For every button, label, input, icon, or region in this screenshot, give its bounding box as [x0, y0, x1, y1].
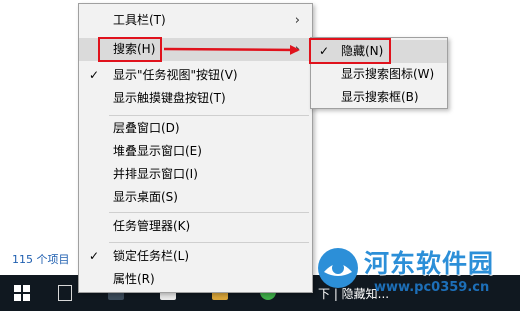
watermark-logo-icon	[318, 248, 358, 288]
watermark-url: www.pc0359.cn	[374, 280, 490, 295]
watermark-title: 河东软件园	[364, 249, 495, 278]
